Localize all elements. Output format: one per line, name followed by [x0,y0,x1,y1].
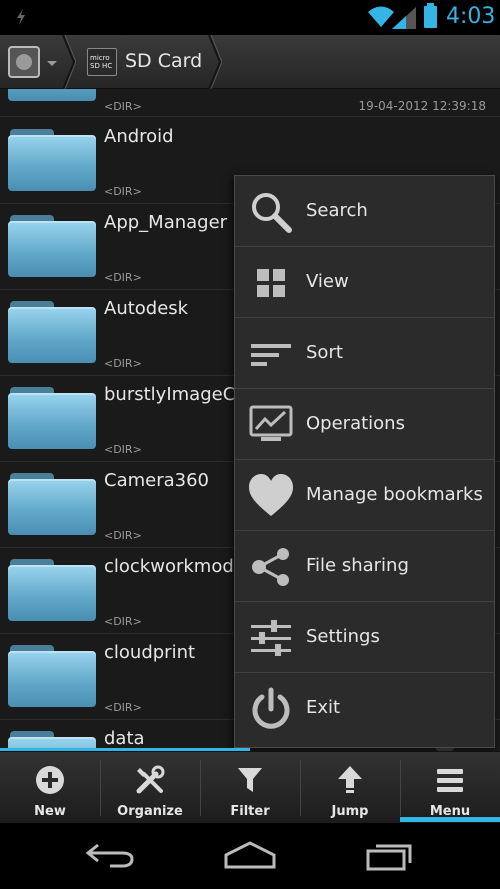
action-label: Organize [117,804,183,819]
file-name: Camera360 [104,470,209,491]
menu-item-exit[interactable]: Exit [235,673,494,744]
heart-icon [249,474,293,516]
file-name: App_Manager [104,212,228,233]
menu-item-label: Exit [306,697,341,718]
bottom-action-bar: New Organize Filter Jump Menu [0,751,500,823]
menu-item-label: Operations [306,413,405,434]
file-type: <DIR> [104,615,142,628]
sd-card-icon-text: micro SD HC [90,54,113,70]
file-type: <DIR> [104,185,142,198]
file-name: clockworkmod [104,556,234,577]
menu-item-label: Sort [306,342,343,363]
filter-button[interactable]: Filter [200,752,300,824]
filter-icon [238,768,262,792]
menu-item-settings[interactable]: Settings [235,602,494,673]
folder-icon [8,129,96,191]
menu-item-sort[interactable]: Sort [235,318,494,389]
dropdown-caret-icon[interactable] [47,61,57,66]
list-item[interactable]: <DIR> 19-04-2012 12:39:18 [0,89,500,117]
notification-icon [17,9,25,25]
menu-button[interactable]: Menu [400,752,500,824]
battery-icon [424,3,437,28]
file-name: Android [104,126,174,147]
system-navigation-bar [0,823,500,889]
power-icon [252,687,290,729]
back-icon[interactable] [84,839,136,871]
action-label: Jump [331,804,369,819]
folder-icon [8,89,96,101]
view-grid-icon [257,269,285,297]
home-icon[interactable] [222,839,278,871]
new-button[interactable]: New [0,752,100,824]
file-name: cloudprint [104,642,196,663]
clock: 4:03 [446,4,496,29]
device-root-button[interactable] [8,46,40,78]
menu-item-search[interactable]: Search [235,176,494,247]
menu-item-label: File sharing [306,555,409,576]
plus-circle-icon [36,766,64,794]
breadcrumb-separator-icon [208,35,222,89]
recent-apps-icon[interactable] [364,839,416,871]
breadcrumb: micro SD HC SD Card [0,35,500,89]
search-icon [252,193,292,233]
organize-button[interactable]: Organize [100,752,200,824]
menu-item-label: Manage bookmarks [306,484,483,505]
menu-item-label: Search [306,200,368,221]
share-icon [252,548,289,586]
menu-icon [437,769,463,792]
action-label: Filter [230,804,270,819]
folder-icon [8,215,96,277]
folder-icon [8,473,96,535]
menu-item-operations[interactable]: Operations [235,389,494,460]
active-tab-indicator [400,817,500,822]
file-name: data [104,728,145,749]
menu-item-file-sharing[interactable]: File sharing [235,531,494,602]
sort-icon [251,344,291,366]
jump-button[interactable]: Jump [300,752,400,824]
arrow-up-icon [338,766,362,793]
menu-item-view[interactable]: View [235,247,494,318]
folder-icon [8,301,96,363]
folder-icon [8,559,96,621]
wifi-icon [368,6,394,27]
breadcrumb-separator-icon [62,35,76,89]
signal-icon [392,7,416,29]
menu-item-label: View [306,271,349,292]
file-type: <DIR> [104,529,142,542]
file-type: <DIR> [104,443,142,456]
file-name: Autodesk [104,298,189,319]
file-date: 19-04-2012 12:39:18 [358,99,486,113]
settings-sliders-icon [251,620,291,656]
tools-icon [136,765,165,794]
overflow-menu: Search View Sort Operations Manage bookm… [234,175,495,748]
file-name: burstlyImageCa [104,384,247,405]
file-type: <DIR> [104,100,142,113]
operations-icon [249,405,293,441]
status-bar: 4:03 [0,0,500,35]
sd-card-icon: micro SD HC [87,48,117,76]
file-type: <DIR> [104,271,142,284]
action-label: New [34,804,66,819]
menu-item-manage-bookmarks[interactable]: Manage bookmarks [235,460,494,531]
folder-icon [8,387,96,449]
file-type: <DIR> [104,701,142,714]
file-type: <DIR> [104,357,142,370]
folder-icon [8,645,96,707]
breadcrumb-item-sd-card[interactable]: SD Card [125,50,202,72]
menu-item-label: Settings [306,626,380,647]
